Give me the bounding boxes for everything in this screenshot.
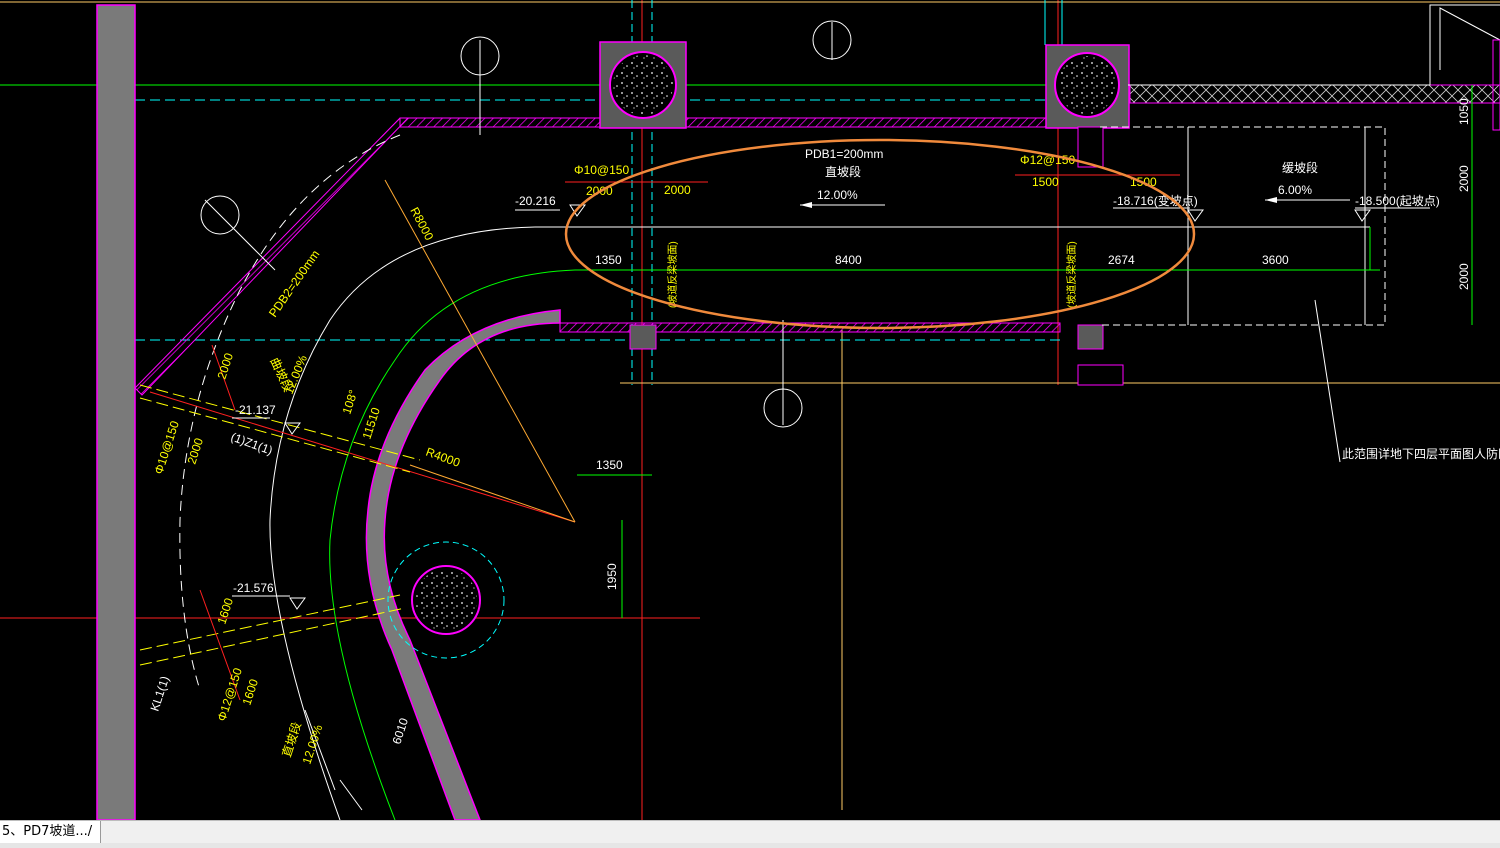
column-1 [599,41,687,129]
highlight-ellipse [564,138,1196,330]
section-marker-3 [200,195,276,271]
dim-2000-diag2: 2000 [185,436,207,466]
slope-label: 12.00% [817,188,858,202]
elevation-2: -18.716(变坡点) [1113,193,1198,208]
dim-2000-r2: 2000 [1457,263,1471,290]
elevation-4: -21.137 [235,403,276,417]
angle-108: 108° [340,388,361,416]
straight-segment-label: 直坡段 [825,164,861,179]
gentle-slope-label: 缓坡段 [1282,160,1318,175]
dim-1350-top: 1350 [595,253,622,267]
slope-bottom-label: 12.00% [300,723,326,766]
dim-6010: 6010 [390,716,412,746]
section-marker-2 [812,20,852,60]
rebar-diag-1: Φ10@150 [152,419,182,476]
tab-bar-strip [0,843,1500,848]
dim-1350-mid: 1350 [596,458,623,472]
radius-4000: R4000 [424,445,462,470]
dim-1950: 1950 [605,563,619,590]
kl-label-1: (1)Z1(1) [229,430,275,458]
dim-1500-a: 1500 [1032,175,1059,189]
left-wall [96,4,136,820]
dim-11510: 11510 [360,405,383,441]
rebar-label-1: Φ10@150 [574,163,629,177]
rebar-diag-2: Φ12@150 [215,666,245,723]
elevation-1: -20.216 [515,194,556,208]
vertical-label-1: (坡道反梁坡面) [666,241,679,308]
slope-6-label: 6.00% [1278,183,1312,197]
dim-8400: 8400 [835,253,862,267]
radius-8000: R8000 [407,205,436,243]
slab-2-label: PDB2=200mm [266,247,322,319]
dim-1050: 1050 [1457,98,1471,125]
section-marker-4 [763,320,803,428]
dim-1600-a: 1600 [215,596,237,626]
drawing-tab-bar: 5、PD7坡道.../ [0,820,1500,848]
cad-drawing-canvas[interactable]: PDB1=200mm 直坡段 12.00% Φ10@150 Φ12@150 20… [0,0,1500,820]
top-ramp-wall [134,84,1500,396]
elevation-5: -21.576 [233,581,274,595]
dim-1600-b: 1600 [240,677,262,707]
dim-2674: 2674 [1108,253,1135,267]
straight-segment-2: 直坡段 [279,720,304,759]
dim-3600: 3600 [1262,253,1289,267]
vertical-label-2: (坡道反梁坡面) [1065,241,1078,308]
right-structure [1100,4,1500,463]
area-note: 此范围详地下四层平面图人防区域构造做法 [1342,446,1500,461]
elevation-3: -18.500(起坡点) [1355,194,1440,208]
kl-label-2: KL1(1) [148,674,172,713]
tab-drawing[interactable]: 5、PD7坡道.../ [0,821,102,844]
column-2 [1045,44,1130,129]
dim-2000-r1: 2000 [1457,165,1471,192]
slab-thickness-label: PDB1=200mm [805,147,883,161]
dim-2000-diag1: 2000 [215,351,237,381]
dim-2000-b: 2000 [664,183,691,197]
